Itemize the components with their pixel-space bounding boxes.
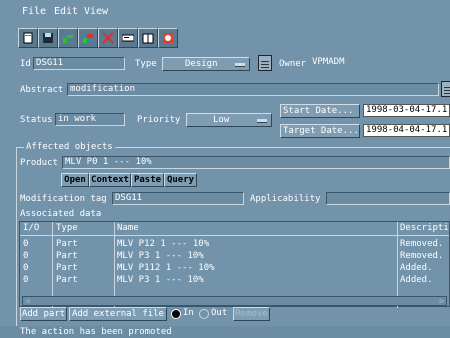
radio-in-label: In [183,308,194,318]
cell-type: Part [56,251,78,261]
associated-data-table: I/O Type Name Descripti 0 Part MLV P12 1… [19,221,450,308]
menu-edit[interactable]: Edit [54,6,78,17]
column-header-io[interactable]: I/O [23,222,39,234]
table-row[interactable]: 0 Part MLV P3 1 --- 10% Added. [20,274,449,285]
associated-data-label: Associated data [20,209,102,219]
column-header-type[interactable]: Type [56,222,78,234]
type-combo[interactable]: Design [162,57,250,71]
type-value: Design [185,59,218,69]
cell-type: Part [56,263,78,273]
target-date-field[interactable]: 1998-04-04-17.1 [363,124,450,137]
demote-icon [83,34,93,43]
modification-tag-label: Modification tag [20,194,107,204]
table-row[interactable]: 0 Part MLV P112 1 --- 10% Added. [20,262,449,273]
status-bar: The action has been promoted [0,326,450,338]
table-row[interactable]: 0 Part MLV P3 1 --- 10% Removed. [20,250,449,261]
context-button[interactable]: Context [89,173,131,187]
radio-out[interactable] [199,309,209,319]
modification-tag-field[interactable]: DSG11 [112,192,244,205]
combo-arrow-icon [235,63,245,67]
cell-name: MLV P12 1 --- 10% [117,239,210,249]
cell-io: 0 [23,239,29,249]
cell-io: 0 [23,275,29,285]
start-date-field[interactable]: 1998-03-04-17.1 [363,104,450,117]
radio-out-label: Out [211,308,228,318]
delete-button[interactable] [98,28,118,48]
cell-type: Part [56,275,78,285]
applicability-label: Applicability [250,194,321,204]
applicability-field[interactable] [326,192,450,205]
target-date-button[interactable]: Target Date... [280,124,360,138]
combo-arrow-icon [257,119,267,123]
id-field[interactable]: DSG11 [33,57,125,70]
cell-io: 0 [23,251,29,261]
type-label: Type [135,59,157,69]
table-row[interactable]: 0 Part MLV P12 1 --- 10% Removed. [20,238,449,249]
menu-view[interactable]: View [84,6,108,17]
affected-objects-title: Affected objects [24,141,115,153]
radio-in[interactable] [171,309,181,319]
abstract-label: Abstract [20,85,64,95]
remove-button[interactable]: Remove [233,307,270,321]
menu-file[interactable]: File [22,6,46,17]
list-picker-icon[interactable] [258,55,272,71]
save-button[interactable] [38,28,58,48]
cell-name: MLV P3 1 --- 10% [117,251,204,261]
column-header-name[interactable]: Name [117,222,139,234]
open-button[interactable]: Open [61,173,89,187]
product-field[interactable]: MLV P0 1 --- 10% [62,156,450,169]
save-icon [43,33,53,43]
new-document-button[interactable] [18,28,38,48]
cell-type: Part [56,239,78,249]
query-button[interactable]: Query [164,173,197,187]
cell-description: Added. [400,263,433,273]
cell-description: Added. [400,275,433,285]
add-external-file-button[interactable]: Add external file [69,307,167,321]
new-document-icon [23,32,33,44]
status-field: in work [55,113,125,126]
priority-value: Low [213,115,230,125]
scroll-left-icon[interactable]: ◁ [25,298,29,305]
owner-label: Owner [279,59,307,69]
list-button[interactable] [118,28,138,48]
demote-button[interactable] [78,28,98,48]
book-icon [142,33,154,44]
status-message: The action has been promoted [20,327,172,337]
cell-description: Removed. [400,251,444,261]
start-date-button[interactable]: Start Date... [280,104,360,118]
priority-combo[interactable]: Low [186,113,272,127]
cell-name: MLV P3 1 --- 10% [117,275,204,285]
list-icon [122,34,134,42]
column-header-description[interactable]: Descripti [400,222,449,234]
status-label: Status [20,115,53,125]
abstract-editor-icon[interactable] [441,81,450,97]
promote-button[interactable] [58,28,78,48]
add-part-button[interactable]: Add part [20,307,67,321]
history-button[interactable] [158,28,178,48]
book-button[interactable] [138,28,158,48]
scroll-right-icon[interactable]: ▷ [440,298,444,305]
paste-button[interactable]: Paste [131,173,164,187]
owner-field: VPMADM [310,57,370,70]
cell-description: Removed. [400,239,444,249]
delete-icon [102,32,114,44]
table-header: I/O Type Name Descripti [20,222,449,236]
history-icon [163,33,173,43]
id-label: Id [20,59,31,69]
abstract-field[interactable]: modification [67,83,439,96]
product-label: Product [20,158,58,168]
promote-icon [63,35,73,43]
cell-io: 0 [23,263,29,273]
vpm-action-window: File Edit View Id DSG11 Type Design Owne… [0,0,450,338]
horizontal-scrollbar[interactable]: ◁ ▷ [22,296,447,306]
cell-name: MLV P112 1 --- 10% [117,263,215,273]
priority-label: Priority [137,115,181,125]
menu-bar: File Edit View [0,0,450,22]
